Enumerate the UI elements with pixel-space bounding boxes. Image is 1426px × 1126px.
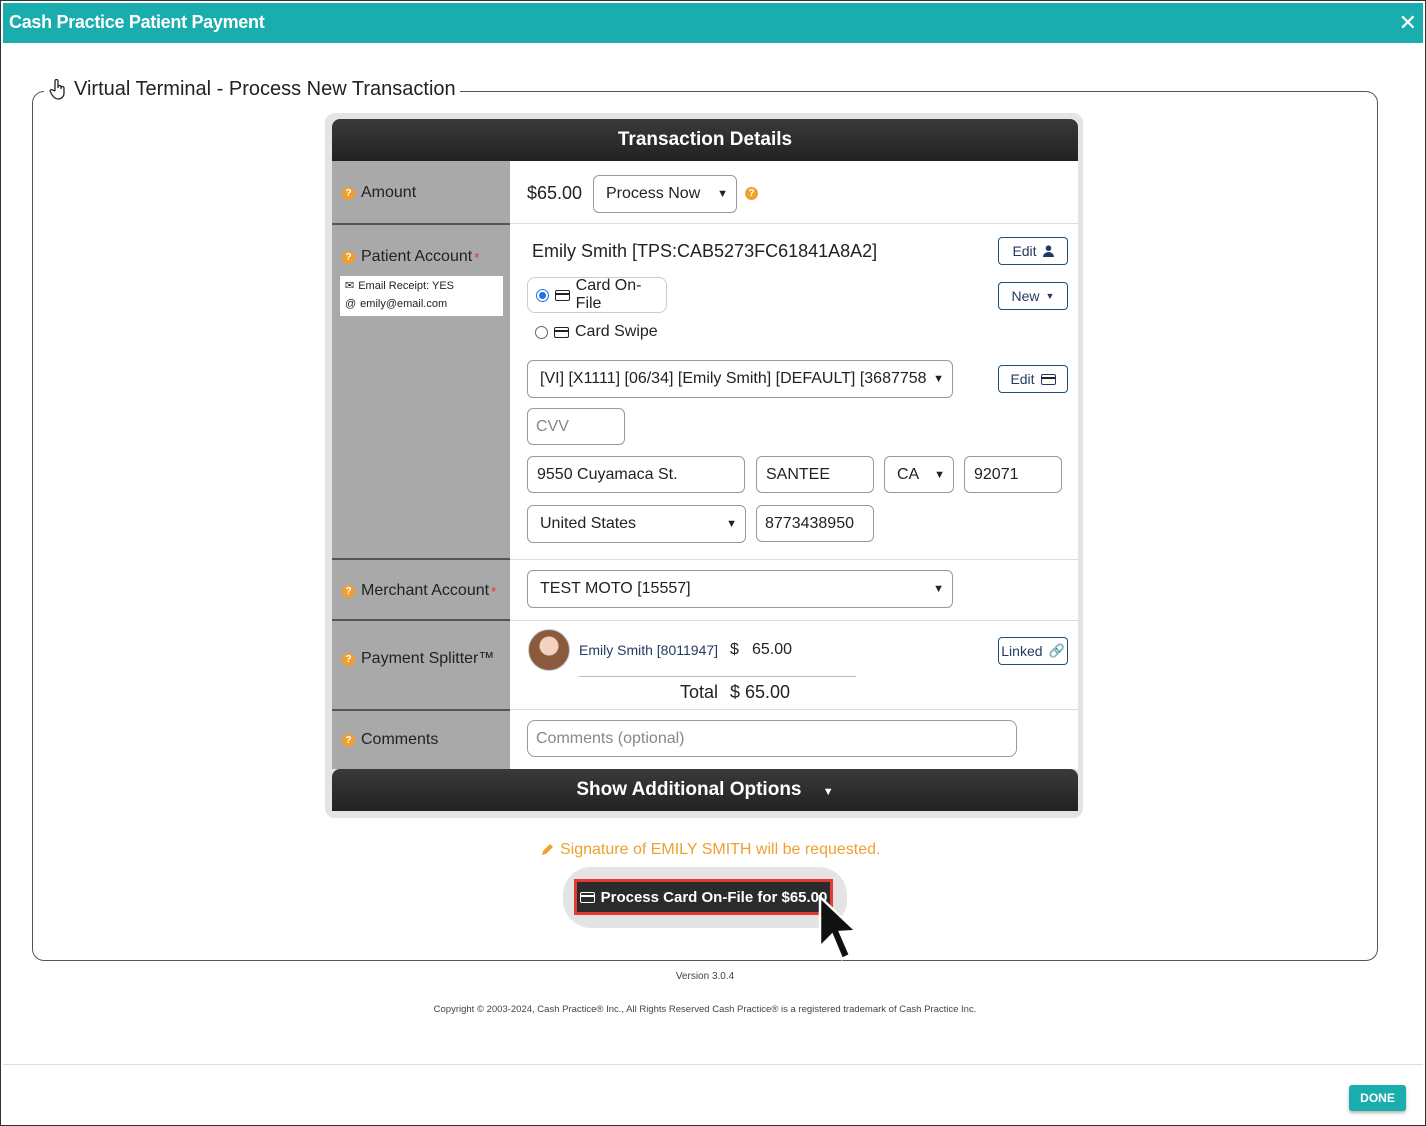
- required-marker: *: [491, 583, 497, 599]
- edit-card-button[interactable]: Edit: [998, 365, 1068, 393]
- card-swipe-radio[interactable]: [535, 325, 548, 339]
- splitter-person[interactable]: Emily Smith [8011947]: [579, 642, 718, 658]
- edit-patient-button[interactable]: Edit: [998, 237, 1068, 265]
- linked-button[interactable]: Linked 🔗: [998, 637, 1068, 665]
- version-text: Version 3.0.4: [675, 971, 735, 982]
- footer-divider: [3, 1064, 1423, 1065]
- stored-card-select[interactable]: [VI] [X1111] [06/34] [Emily Smith] [DEFA…: [527, 360, 953, 398]
- total-label: Total: [680, 682, 719, 702]
- card-on-file-label: Card On-File: [575, 277, 642, 312]
- chevron-down-icon: ▼: [933, 373, 944, 385]
- show-additional-options-button[interactable]: Show Additional Options ▼: [332, 769, 1078, 811]
- caret-down-icon: ▼: [1045, 291, 1055, 301]
- card-on-file-option[interactable]: Card On-File: [527, 277, 667, 313]
- mouse-cursor-icon: [818, 895, 859, 961]
- required-marker: *: [474, 249, 480, 265]
- at-icon: @: [345, 298, 357, 310]
- avatar: [528, 629, 570, 671]
- window-title: Cash Practice Patient Payment: [9, 12, 265, 32]
- credit-card-icon: [579, 891, 595, 903]
- amount-label: Amount: [361, 184, 417, 201]
- new-card-label: New: [1011, 288, 1040, 304]
- user-icon: [1042, 245, 1054, 257]
- help-icon[interactable]: ?: [342, 250, 355, 264]
- new-card-dropdown-button[interactable]: New ▼: [998, 282, 1068, 310]
- splitter-label: Payment Splitter™: [361, 650, 495, 667]
- cvv-input[interactable]: CVV: [527, 408, 625, 445]
- row-divider: [510, 620, 1078, 621]
- splitter-divider: [579, 676, 856, 677]
- help-icon[interactable]: ?: [342, 584, 355, 598]
- splitter-currency: $: [730, 641, 739, 658]
- credit-card-icon: [1040, 373, 1056, 385]
- title-bar: Cash Practice Patient Payment ✕: [3, 3, 1423, 43]
- linked-label: Linked: [1001, 643, 1043, 659]
- stored-card-value: [VI] [X1111] [06/34] [Emily Smith] [DEFA…: [540, 370, 926, 387]
- patient-label: Patient Account: [361, 248, 473, 265]
- splitter-amount[interactable]: 65.00: [752, 641, 792, 659]
- chevron-down-icon: ▼: [934, 468, 945, 481]
- legend-title: Virtual Terminal - Process New Transacti…: [74, 78, 456, 100]
- city-input[interactable]: SANTEE: [756, 456, 874, 493]
- row-divider: [510, 709, 1078, 710]
- patient-email: emily@email.com: [360, 298, 448, 310]
- email-receipt-box: ✉ Email Receipt: YES @ emily@email.com: [340, 276, 503, 316]
- comments-input[interactable]: Comments (optional): [527, 720, 1017, 757]
- help-icon[interactable]: ?: [342, 733, 355, 747]
- process-timing-value: Process Now: [606, 185, 701, 202]
- chevron-down-icon: ▼: [717, 188, 728, 200]
- edit-patient-label: Edit: [1012, 243, 1037, 259]
- total-value: $ 65.00: [730, 682, 791, 702]
- row-divider: [510, 223, 1078, 224]
- email-receipt-status: Email Receipt: YES: [358, 279, 455, 292]
- envelope-icon: ✉: [345, 280, 355, 292]
- phone-input[interactable]: 8773438950: [756, 505, 874, 542]
- splitter-label-cell: ? Payment Splitter™: [332, 619, 510, 709]
- amount-label-cell: ? Amount: [332, 161, 510, 223]
- help-icon[interactable]: ?: [342, 652, 355, 666]
- zip-input[interactable]: 92071: [964, 456, 1062, 493]
- merchant-label-cell: ? Merchant Account *: [332, 558, 510, 620]
- transaction-details-header: Transaction Details: [332, 119, 1078, 161]
- chevron-down-icon: ▼: [933, 583, 944, 595]
- signature-notice-text: Signature of EMILY SMITH will be request…: [560, 841, 881, 858]
- card-swipe-option[interactable]: Card Swipe: [535, 322, 658, 342]
- process-card-button[interactable]: Process Card On-File for $65.00: [574, 879, 833, 915]
- chevron-down-icon: ▼: [726, 518, 737, 530]
- process-card-label: Process Card On-File for $65.00: [600, 888, 828, 906]
- state-value: CA: [897, 465, 920, 483]
- process-timing-select[interactable]: Process Now ▼: [593, 175, 737, 213]
- country-select[interactable]: United States ▼: [527, 505, 746, 543]
- card-swipe-label: Card Swipe: [575, 323, 658, 340]
- merchant-value: TEST MOTO [15557]: [540, 580, 691, 597]
- patient-name: Emily Smith [TPS:CAB5273FC61841A8A2]: [532, 241, 878, 261]
- pointing-hand-icon: [49, 78, 65, 100]
- comments-label: Comments: [361, 731, 439, 748]
- credit-card-icon: [554, 326, 569, 338]
- merchant-select[interactable]: TEST MOTO [15557] ▼: [527, 570, 953, 608]
- comments-label-cell: ? Comments: [332, 709, 510, 769]
- country-value: United States: [540, 515, 637, 532]
- amount-value: $65.00: [527, 183, 583, 203]
- copyright-text: Copyright © 2003-2024, Cash Practice® In…: [433, 1004, 977, 1015]
- fieldset-legend: Virtual Terminal - Process New Transacti…: [44, 78, 460, 101]
- help-icon[interactable]: ?: [342, 186, 355, 200]
- help-icon[interactable]: ?: [745, 187, 758, 200]
- done-button[interactable]: DONE: [1349, 1085, 1406, 1111]
- pencil-icon: [542, 844, 553, 855]
- caret-down-icon: ▼: [822, 786, 834, 798]
- patient-label-cell: ? Patient Account *: [332, 223, 510, 559]
- show-additional-options-label: Show Additional Options: [576, 779, 802, 800]
- edit-card-label: Edit: [1010, 371, 1035, 387]
- state-select[interactable]: CA ▼: [884, 456, 954, 493]
- link-icon: 🔗: [1048, 643, 1065, 658]
- row-divider: [510, 559, 1078, 560]
- credit-card-icon: [554, 289, 570, 301]
- signature-notice: Signature of EMILY SMITH will be request…: [540, 841, 880, 859]
- card-on-file-radio[interactable]: [536, 288, 549, 302]
- close-icon[interactable]: ✕: [1399, 9, 1417, 37]
- street-input[interactable]: 9550 Cuyamaca St.: [527, 456, 745, 493]
- merchant-label: Merchant Account: [361, 582, 490, 599]
